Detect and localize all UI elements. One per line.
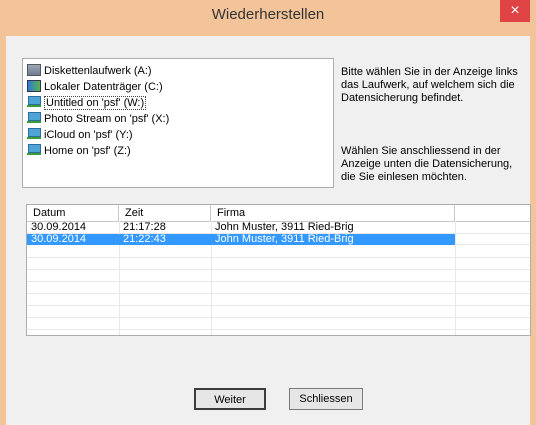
network-drive-icon: [27, 112, 41, 124]
drive-item-c[interactable]: Lokaler Datenträger (C:): [27, 79, 163, 95]
hard-drive-icon: [27, 80, 41, 92]
drive-item-y[interactable]: iCloud on 'psf' (Y:): [27, 127, 133, 143]
column-header-extra[interactable]: [455, 205, 530, 221]
network-drive-icon: [27, 128, 41, 140]
column-header-datum[interactable]: Datum: [27, 205, 119, 221]
backup-table[interactable]: Datum Zeit Firma 30.09.2014 21:17:28 Joh…: [26, 204, 531, 336]
drive-label: Lokaler Datenträger (C:): [44, 81, 163, 93]
cell-zeit: 21:17:28: [123, 221, 166, 233]
instruction-select-drive: Bitte wählen Sie in der Anzeige links da…: [341, 66, 518, 104]
drive-item-a[interactable]: Diskettenlaufwerk (A:): [27, 63, 152, 79]
drive-item-w[interactable]: Untitled on 'psf' (W:): [27, 95, 147, 111]
drive-list[interactable]: Diskettenlaufwerk (A:) Lokaler Datenträg…: [22, 58, 334, 188]
drive-label: Photo Stream on 'psf' (X:): [44, 113, 170, 125]
grid-line: [455, 221, 456, 335]
cell-firma: John Muster, 3911 Ried-Brig: [215, 221, 354, 233]
drive-label: Diskettenlaufwerk (A:): [44, 65, 152, 77]
column-header-zeit[interactable]: Zeit: [119, 205, 211, 221]
close-button[interactable]: Schliessen: [289, 388, 363, 410]
cell-zeit: 21:22:43: [123, 233, 166, 245]
window-title: Wiederherstellen: [211, 6, 325, 23]
drive-label: Home on 'psf' (Z:): [44, 145, 131, 157]
next-button[interactable]: Weiter: [194, 388, 266, 410]
network-drive-icon: [27, 96, 41, 108]
table-row-selected[interactable]: 30.09.2014 21:22:43 John Muster, 3911 Ri…: [27, 234, 455, 245]
table-header: Datum Zeit Firma: [27, 205, 530, 222]
table-row[interactable]: 30.09.2014 21:17:28 John Muster, 3911 Ri…: [27, 222, 455, 233]
cell-datum: 30.09.2014: [31, 233, 87, 245]
instruction-select-backup: Wählen Sie anschliessend in der Anzeige …: [341, 145, 513, 183]
drive-item-x[interactable]: Photo Stream on 'psf' (X:): [27, 111, 169, 127]
drive-label: iCloud on 'psf' (Y:): [44, 129, 133, 141]
drive-label: Untitled on 'psf' (W:): [44, 96, 147, 110]
drive-item-z[interactable]: Home on 'psf' (Z:): [27, 143, 131, 159]
floppy-icon: [27, 64, 41, 76]
cell-firma: John Muster, 3911 Ried-Brig: [215, 233, 354, 245]
column-header-firma[interactable]: Firma: [211, 205, 455, 221]
close-icon[interactable]: ×: [500, 0, 530, 22]
cell-datum: 30.09.2014: [31, 221, 87, 233]
network-drive-icon: [27, 144, 41, 156]
